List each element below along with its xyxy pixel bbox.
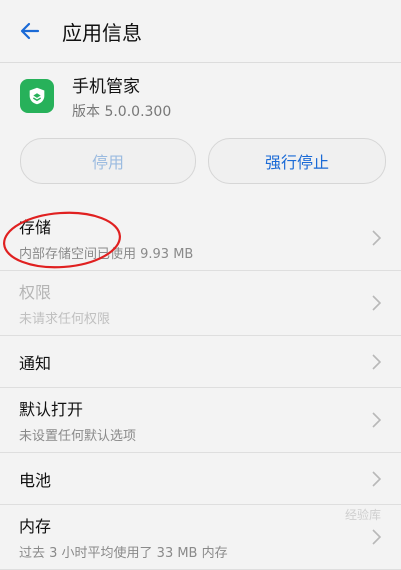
- app-info: 手机管家 版本 5.0.0.300: [0, 62, 401, 130]
- force-stop-button[interactable]: 强行停止: [208, 138, 386, 184]
- list-item-title: 权限: [19, 283, 52, 302]
- app-version: 版本 5.0.0.300: [72, 103, 172, 120]
- arrow-left-icon: [20, 22, 40, 40]
- list-item-title: 内存: [19, 517, 52, 536]
- back-button[interactable]: [0, 0, 60, 62]
- list-item-title: 电池: [19, 470, 52, 490]
- list-item-open-by-default[interactable]: 默认打开 未设置任何默认选项: [0, 388, 401, 453]
- shield-icon: [29, 87, 45, 105]
- chevron-right-icon: [372, 230, 382, 246]
- app-name: 手机管家: [72, 76, 140, 97]
- action-buttons: 停用 强行停止: [0, 138, 401, 184]
- list-item-title: 默认打开: [19, 400, 84, 419]
- header-bar: 应用信息: [0, 0, 401, 63]
- list-item-storage[interactable]: 存储 内部存储空间已使用 9.93 MB: [0, 206, 401, 271]
- page-title: 应用信息: [62, 20, 142, 45]
- list-item-subtitle: 未请求任何权限: [19, 312, 111, 327]
- chevron-right-icon: [372, 529, 382, 545]
- list-item-subtitle: 内部存储空间已使用 9.93 MB: [19, 247, 194, 262]
- list-item-battery[interactable]: 电池: [0, 453, 401, 505]
- list-item-subtitle: 未设置任何默认选项: [19, 429, 137, 444]
- list-item-memory[interactable]: 内存 过去 3 小时平均使用了 33 MB 内存: [0, 505, 401, 570]
- disable-button[interactable]: 停用: [20, 138, 196, 184]
- list-item-subtitle: 过去 3 小时平均使用了 33 MB 内存: [19, 546, 228, 561]
- list-item-permissions[interactable]: 权限 未请求任何权限: [0, 271, 401, 336]
- watermark: 经验库: [344, 508, 381, 522]
- app-icon: [20, 79, 54, 113]
- list-item-title: 存储: [19, 218, 52, 237]
- chevron-right-icon: [372, 412, 382, 428]
- settings-list: 存储 内部存储空间已使用 9.93 MB 权限 未请求任何权限 通知 默认打开 …: [0, 206, 401, 570]
- chevron-right-icon: [372, 295, 382, 311]
- chevron-right-icon: [372, 353, 382, 370]
- list-item-title: 通知: [19, 353, 52, 373]
- chevron-right-icon: [372, 470, 382, 487]
- list-item-notifications[interactable]: 通知: [0, 336, 401, 388]
